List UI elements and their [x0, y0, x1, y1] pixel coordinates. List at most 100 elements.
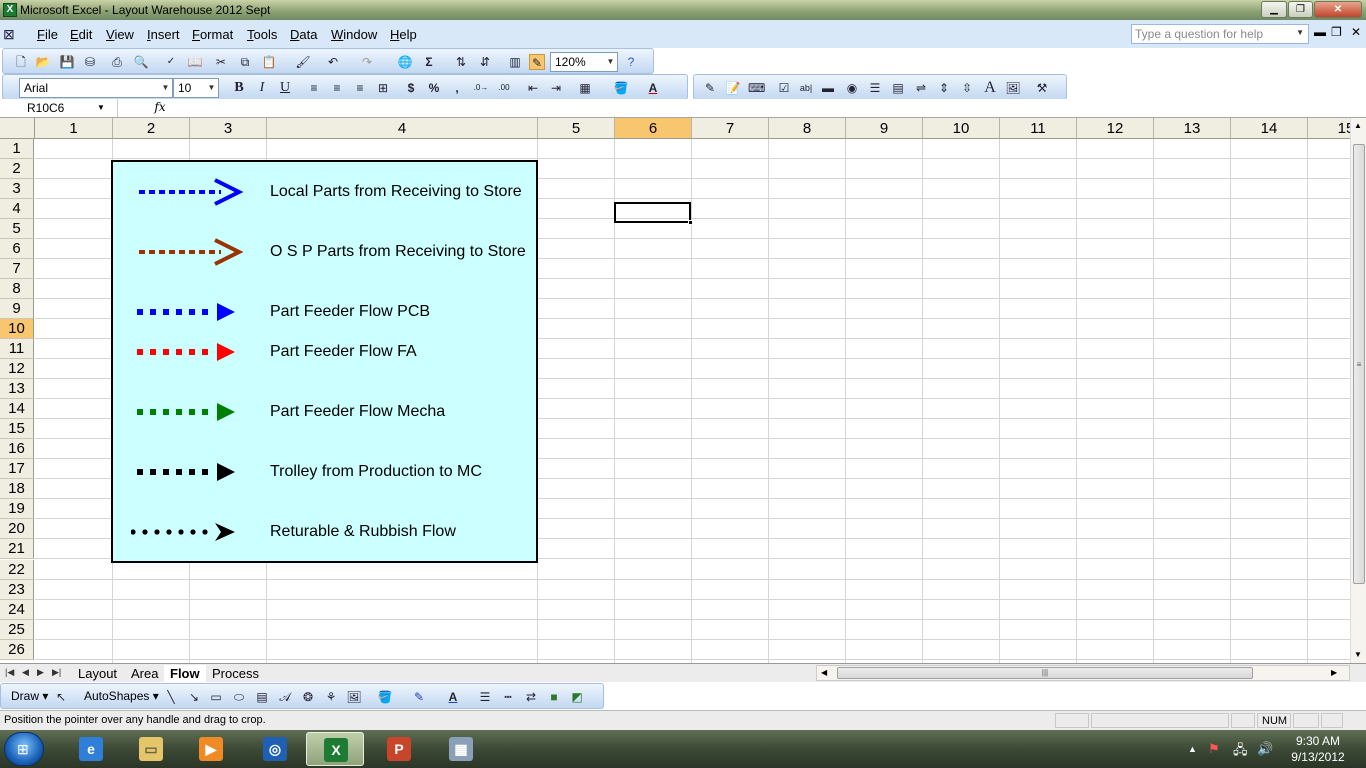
- font-select[interactable]: Arial ▼: [19, 78, 173, 98]
- picture-icon[interactable]: 🖼: [346, 689, 362, 705]
- vertical-scroll-thumb[interactable]: ≡: [1353, 144, 1365, 584]
- system-clock[interactable]: 9:30 AM 9/13/2012: [1278, 733, 1358, 765]
- row-header-7[interactable]: 7: [0, 259, 34, 279]
- hyperlink-icon[interactable]: 🌐: [397, 54, 413, 70]
- menu-help[interactable]: Help: [390, 27, 417, 42]
- arrow-style-icon[interactable]: ⇄: [523, 689, 539, 705]
- italic-button[interactable]: I: [254, 80, 270, 96]
- select-all-corner[interactable]: [0, 118, 35, 139]
- taskbar-ie[interactable]: e: [62, 732, 120, 766]
- volume-icon[interactable]: 🔊: [1257, 741, 1273, 757]
- fill-color-icon[interactable]: 🪣: [377, 689, 393, 705]
- select-objects-icon[interactable]: ↖: [53, 689, 69, 705]
- sheet-tab-area[interactable]: Area: [125, 665, 164, 682]
- row-header-19[interactable]: 19: [0, 499, 34, 519]
- decrease-indent-icon[interactable]: ⇤: [525, 80, 541, 96]
- drawing-icon[interactable]: ✎: [529, 54, 545, 70]
- taskbar-explorer[interactable]: ▭: [122, 732, 180, 766]
- open-icon[interactable]: 📂: [35, 54, 51, 70]
- dash-style-icon[interactable]: ┅: [500, 689, 516, 705]
- column-header-9[interactable]: 9: [846, 118, 923, 139]
- column-header-6[interactable]: 6: [615, 118, 692, 139]
- decrease-decimal-icon[interactable]: .00: [496, 80, 512, 96]
- line-icon[interactable]: ╲: [163, 689, 179, 705]
- row-header-20[interactable]: 20: [0, 519, 34, 539]
- taskbar-excel[interactable]: X: [306, 732, 364, 766]
- taskbar-outlook[interactable]: ◎: [246, 732, 304, 766]
- comma-button[interactable]: ,: [449, 80, 465, 96]
- row-header-22[interactable]: 22: [0, 560, 34, 580]
- properties-icon[interactable]: 📝: [725, 80, 741, 96]
- currency-button[interactable]: $: [403, 80, 419, 96]
- scroll-down-icon[interactable]: ▼: [1354, 650, 1362, 659]
- more-controls-icon[interactable]: ⚒: [1034, 80, 1050, 96]
- chevron-down-icon[interactable]: ▼: [97, 103, 105, 112]
- sheet-tab-process[interactable]: Process: [206, 665, 265, 682]
- doc-close-icon[interactable]: ✕: [1351, 25, 1361, 39]
- row-header-21[interactable]: 21: [0, 539, 34, 559]
- clipart-icon[interactable]: ⚘: [323, 689, 339, 705]
- new-icon[interactable]: 🗋: [13, 54, 29, 70]
- column-header-12[interactable]: 12: [1077, 118, 1154, 139]
- row-header-13[interactable]: 13: [0, 379, 34, 399]
- row-header-23[interactable]: 23: [0, 580, 34, 600]
- help-search-input[interactable]: Type a question for help ▼: [1131, 24, 1309, 44]
- column-header-10[interactable]: 10: [923, 118, 1000, 139]
- column-header-1[interactable]: 1: [35, 118, 113, 139]
- menu-view[interactable]: View: [106, 27, 134, 42]
- menu-file[interactable]: File: [37, 27, 58, 42]
- column-header-14[interactable]: 14: [1231, 118, 1308, 139]
- next-sheet-icon[interactable]: ▶: [37, 667, 44, 678]
- row-header-9[interactable]: 9: [0, 299, 34, 319]
- row-header-2[interactable]: 2: [0, 159, 34, 179]
- print-preview-icon[interactable]: 🔍: [133, 54, 149, 70]
- chevron-down-icon[interactable]: ▼: [159, 79, 172, 97]
- column-header-4[interactable]: 4: [267, 118, 538, 139]
- excel-icon[interactable]: X: [3, 3, 17, 17]
- merge-center-icon[interactable]: ⊞: [375, 80, 391, 96]
- horizontal-scroll-thumb[interactable]: |||: [837, 667, 1253, 679]
- workbook-icon[interactable]: ⊠: [3, 26, 15, 43]
- oval-icon[interactable]: ⬭: [231, 689, 247, 705]
- row-header-25[interactable]: 25: [0, 620, 34, 640]
- textbox-icon[interactable]: ▤: [254, 689, 270, 705]
- option-button-icon[interactable]: ◉: [844, 80, 860, 96]
- column-header-13[interactable]: 13: [1154, 118, 1231, 139]
- start-button[interactable]: ⊞: [4, 732, 44, 766]
- wordart-icon[interactable]: 𝒜: [277, 689, 293, 705]
- sort-descending-icon[interactable]: ⇵: [477, 54, 493, 70]
- column-header-5[interactable]: 5: [538, 118, 615, 139]
- horizontal-scrollbar[interactable]: ◀ ||| ▶: [816, 665, 1350, 681]
- taskbar-powerpoint[interactable]: P: [370, 732, 428, 766]
- taskbar-calculator[interactable]: ▦: [432, 732, 490, 766]
- chevron-down-icon[interactable]: ▼: [604, 53, 617, 71]
- bold-button[interactable]: B: [231, 80, 247, 96]
- font-color-icon[interactable]: A: [445, 689, 461, 705]
- first-sheet-icon[interactable]: |◀: [5, 667, 14, 678]
- help-icon[interactable]: ?: [623, 54, 639, 70]
- row-header-12[interactable]: 12: [0, 359, 34, 379]
- row-header-14[interactable]: 14: [0, 399, 34, 419]
- insert-function-button[interactable]: fx: [152, 100, 168, 116]
- rectangle-icon[interactable]: ▭: [208, 689, 224, 705]
- toggle-button-icon[interactable]: ⇌: [913, 80, 929, 96]
- save-icon[interactable]: 💾: [59, 54, 75, 70]
- command-button-icon[interactable]: ▬: [820, 80, 836, 96]
- sheet-tab-layout[interactable]: Layout: [72, 665, 123, 682]
- scroll-left-icon[interactable]: ◀: [821, 668, 827, 677]
- active-cell[interactable]: [614, 202, 693, 225]
- menu-data[interactable]: Data: [290, 27, 317, 42]
- print-icon[interactable]: ⎙: [109, 54, 125, 70]
- font-color-icon[interactable]: A: [645, 80, 661, 96]
- doc-restore-icon[interactable]: ❐: [1331, 25, 1342, 39]
- checkbox-icon[interactable]: ☑: [776, 80, 792, 96]
- combo-box-icon[interactable]: ▤: [890, 80, 906, 96]
- taskbar-media[interactable]: ▶: [182, 732, 240, 766]
- row-header-6[interactable]: 6: [0, 239, 34, 259]
- menu-tools[interactable]: Tools: [247, 27, 277, 42]
- image-icon[interactable]: 🖼: [1005, 80, 1021, 96]
- close-button[interactable]: ✕: [1314, 1, 1362, 18]
- align-right-icon[interactable]: ≡: [352, 80, 368, 96]
- increase-indent-icon[interactable]: ⇥: [548, 80, 564, 96]
- arrow-icon[interactable]: ↘: [186, 689, 202, 705]
